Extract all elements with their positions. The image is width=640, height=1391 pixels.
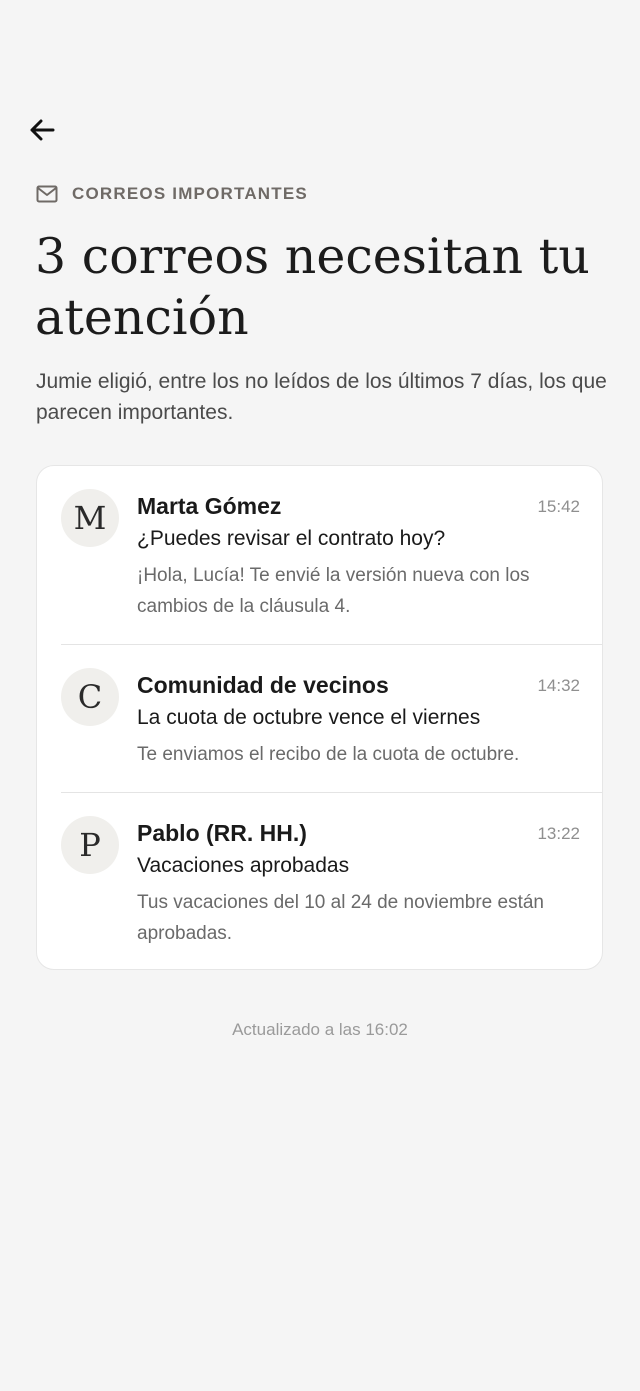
email-preview: ¡Hola, Lucía! Te envié la versión nueva … bbox=[137, 565, 530, 617]
email-preview: Tus vacaciones del 10 al 24 de noviembre… bbox=[137, 892, 544, 944]
email-time: 14:32 bbox=[537, 676, 580, 695]
email-sender: Marta Gómez bbox=[137, 493, 282, 519]
email-time: 13:22 bbox=[537, 824, 580, 843]
section-eyebrow: CORREOS IMPORTANTES bbox=[36, 184, 308, 204]
avatar: P bbox=[61, 816, 119, 874]
email-subject: Vacaciones aprobadas bbox=[137, 854, 350, 877]
updated-timestamp: Actualizado a las 16:02 bbox=[232, 1020, 408, 1039]
email-preview: Te enviamos el recibo de la cuota de oct… bbox=[137, 744, 520, 765]
eyebrow-label: CORREOS IMPORTANTES bbox=[72, 184, 308, 203]
mail-icon bbox=[36, 185, 58, 203]
arrow-left-icon bbox=[30, 119, 55, 141]
email-sender: Pablo (RR. HH.) bbox=[137, 820, 307, 846]
page-subtitle: Jumie eligió, entre los no leídos de los… bbox=[36, 370, 607, 424]
important-emails-card: M Marta Gómez 15:42 ¿Puedes revisar el c… bbox=[36, 465, 603, 970]
page-title: 3 correos necesitan tu atención bbox=[35, 228, 590, 346]
avatar: M bbox=[61, 489, 119, 547]
email-item-pablo[interactable]: P Pablo (RR. HH.) 13:22 Vacaciones aprob… bbox=[37, 793, 602, 969]
email-subject: ¿Puedes revisar el contrato hoy? bbox=[137, 527, 446, 550]
back-button[interactable] bbox=[24, 112, 60, 148]
email-item-comunidad[interactable]: C Comunidad de vecinos 14:32 La cuota de… bbox=[37, 645, 602, 792]
email-sender: Comunidad de vecinos bbox=[137, 672, 389, 698]
email-time: 15:42 bbox=[537, 497, 580, 516]
avatar: C bbox=[61, 668, 119, 726]
email-subject: La cuota de octubre vence el viernes bbox=[137, 706, 481, 729]
email-item-marta[interactable]: M Marta Gómez 15:42 ¿Puedes revisar el c… bbox=[37, 466, 602, 644]
